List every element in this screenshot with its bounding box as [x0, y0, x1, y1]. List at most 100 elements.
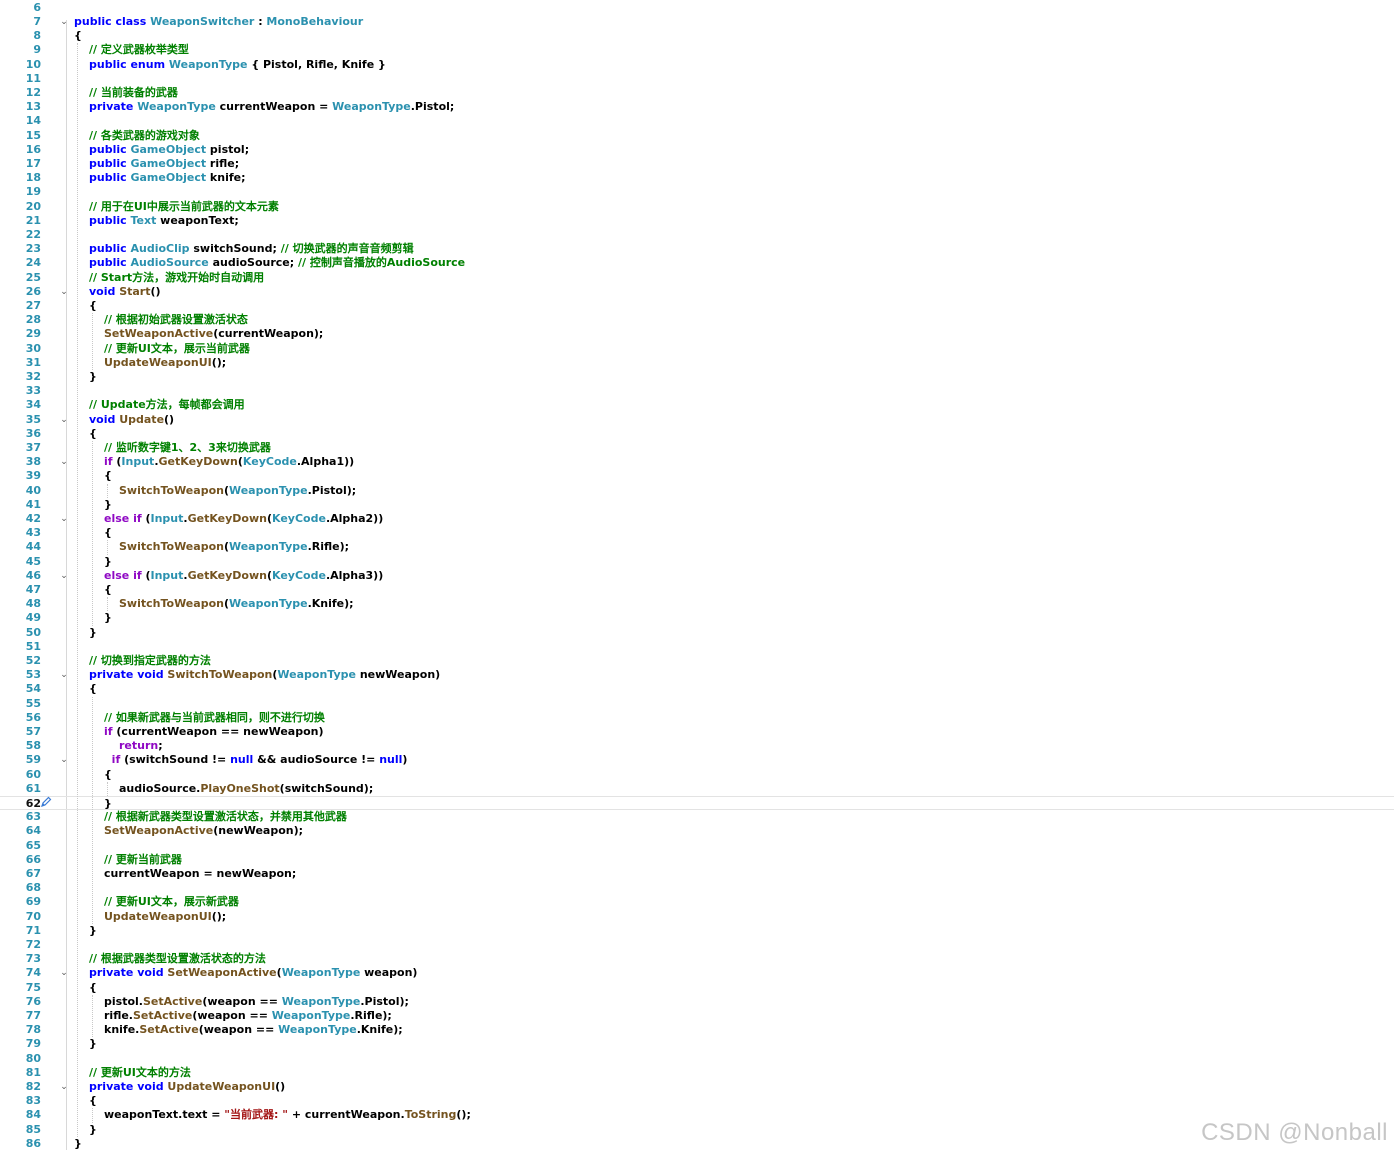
code-line[interactable]: 15 // 各类武器的游戏对象: [0, 129, 1394, 143]
code-line[interactable]: 44 SwitchToWeapon(WeaponType.Rifle);: [0, 540, 1394, 554]
code-line[interactable]: 17 public GameObject rifle;: [0, 157, 1394, 171]
code-line[interactable]: 76 pistol.SetActive(weapon == WeaponType.…: [0, 995, 1394, 1009]
code-line[interactable]: 74 ⌄ private void SetWeaponActive(WeaponTy…: [0, 966, 1394, 980]
code-line[interactable]: 68: [0, 881, 1394, 895]
code-line[interactable]: 58 return;: [0, 739, 1394, 753]
code-line[interactable]: 50}: [0, 626, 1394, 640]
code-token-method: UpdateWeaponUI: [167, 1080, 276, 1093]
code-token-plain: {: [89, 682, 97, 696]
code-line[interactable]: 86}: [0, 1137, 1394, 1151]
code-token-plain: ;: [158, 739, 163, 753]
code-line[interactable]: 45}: [0, 555, 1394, 569]
code-line[interactable]: 66 // 更新当前武器: [0, 853, 1394, 867]
code-line[interactable]: 32}: [0, 370, 1394, 384]
code-line[interactable]: 27 {: [0, 299, 1394, 313]
code-line[interactable]: 82 ⌄ private void UpdateWeaponUI(): [0, 1080, 1394, 1094]
code-line[interactable]: 54 {: [0, 682, 1394, 696]
code-line[interactable]: 28 // 根据初始武器设置激活状态: [0, 313, 1394, 327]
code-line[interactable]: 42 ⌄ else if (Input.GetKeyDown(KeyCode.Alp…: [0, 512, 1394, 526]
code-line[interactable]: 77 rifle.SetActive(weapon == WeaponType.R…: [0, 1009, 1394, 1023]
code-line[interactable]: 48 SwitchToWeapon(WeaponType.Knife);: [0, 597, 1394, 611]
code-line[interactable]: 9 // 定义武器枚举类型: [0, 43, 1394, 57]
code-line[interactable]: 21 public Text weaponText;: [0, 214, 1394, 228]
code-line[interactable]: 51: [0, 640, 1394, 654]
code-line[interactable]: 22: [0, 228, 1394, 242]
code-line[interactable]: 7 ⌄ public class WeaponSwitcher : MonoBeha…: [0, 15, 1394, 29]
code-text: {: [104, 768, 112, 782]
code-line[interactable]: 60 {: [0, 768, 1394, 782]
code-line[interactable]: 62}: [0, 796, 1394, 811]
code-text: {: [89, 981, 97, 995]
code-line[interactable]: 83 {: [0, 1094, 1394, 1108]
code-editor[interactable]: 6 7 ⌄ public class WeaponSwitcher : MonoBeh…: [0, 0, 1394, 1155]
code-line[interactable]: 6: [0, 1, 1394, 15]
code-line[interactable]: 34 // Update方法，每帧都会调用: [0, 398, 1394, 412]
fold-chevron-icon[interactable]: ⌄: [59, 753, 69, 767]
code-line[interactable]: 10 public enum WeaponType { Pistol, Rifle…: [0, 58, 1394, 72]
code-line[interactable]: 84 weaponText.text = "当前武器: " + currentWe…: [0, 1108, 1394, 1122]
code-line[interactable]: 75 {: [0, 981, 1394, 995]
code-line[interactable]: 56 // 如果新武器与当前武器相同，则不进行切换: [0, 711, 1394, 725]
code-line[interactable]: 53 ⌄ private void SwitchToWeapon(WeaponTyp…: [0, 668, 1394, 682]
fold-chevron-icon[interactable]: ⌄: [59, 966, 69, 980]
fold-chevron-icon[interactable]: ⌄: [59, 285, 69, 299]
fold-chevron-icon[interactable]: ⌄: [59, 512, 69, 526]
code-line[interactable]: 71}: [0, 924, 1394, 938]
code-line[interactable]: 30 // 更新UI文本，展示当前武器: [0, 342, 1394, 356]
code-line[interactable]: 47 {: [0, 583, 1394, 597]
code-line[interactable]: 36 {: [0, 427, 1394, 441]
fold-chevron-icon[interactable]: ⌄: [59, 455, 69, 469]
code-line[interactable]: 24 public AudioSource audioSource; // 控制声…: [0, 256, 1394, 270]
code-line[interactable]: 11: [0, 72, 1394, 86]
code-line[interactable]: 52 // 切换到指定武器的方法: [0, 654, 1394, 668]
code-line[interactable]: 55: [0, 697, 1394, 711]
code-line[interactable]: 16 public GameObject pistol;: [0, 143, 1394, 157]
code-line[interactable]: 14: [0, 114, 1394, 128]
code-line[interactable]: 40 SwitchToWeapon(WeaponType.Pistol);: [0, 484, 1394, 498]
code-line[interactable]: 41}: [0, 498, 1394, 512]
code-line[interactable]: 43 {: [0, 526, 1394, 540]
code-line[interactable]: 37 // 监听数字键1、2、3来切换武器: [0, 441, 1394, 455]
fold-chevron-icon[interactable]: ⌄: [59, 15, 69, 29]
pencil-icon[interactable]: [40, 796, 52, 808]
code-line[interactable]: 80: [0, 1052, 1394, 1066]
code-line[interactable]: 23 public AudioClip switchSound; // 切换武器的…: [0, 242, 1394, 256]
code-line[interactable]: 63 // 根据新武器类型设置激活状态，并禁用其他武器: [0, 810, 1394, 824]
code-line[interactable]: 39 {: [0, 469, 1394, 483]
code-line[interactable]: 18 public GameObject knife;: [0, 171, 1394, 185]
fold-chevron-icon[interactable]: ⌄: [59, 569, 69, 583]
code-line[interactable]: 49}: [0, 611, 1394, 625]
code-line[interactable]: 19: [0, 185, 1394, 199]
code-line[interactable]: 13 private WeaponType currentWeapon = Wea…: [0, 100, 1394, 114]
code-line[interactable]: 57 if (currentWeapon == newWeapon): [0, 725, 1394, 739]
code-line[interactable]: 12 // 当前装备的武器: [0, 86, 1394, 100]
code-line[interactable]: 65: [0, 839, 1394, 853]
code-line[interactable]: 81 // 更新UI文本的方法: [0, 1066, 1394, 1080]
fold-chevron-icon[interactable]: ⌄: [59, 1080, 69, 1094]
code-line[interactable]: 26 ⌄ void Start(): [0, 285, 1394, 299]
code-line[interactable]: 72: [0, 938, 1394, 952]
code-line[interactable]: 38 ⌄ if (Input.GetKeyDown(KeyCode.Alpha1)): [0, 455, 1394, 469]
code-line[interactable]: 69 // 更新UI文本，展示新武器: [0, 895, 1394, 909]
fold-chevron-icon[interactable]: ⌄: [59, 413, 69, 427]
code-line[interactable]: 61 audioSource.PlayOneShot(switchSound);: [0, 782, 1394, 796]
code-line[interactable]: 25 // Start方法，游戏开始时自动调用: [0, 271, 1394, 285]
code-line[interactable]: 59 ⌄ if (switchSound != null && audioSour…: [0, 753, 1394, 767]
code-token-plain: (weapon ==: [202, 994, 282, 1008]
code-line[interactable]: 29 SetWeaponActive(currentWeapon);: [0, 327, 1394, 341]
code-line[interactable]: 67 currentWeapon = newWeapon;: [0, 867, 1394, 881]
code-line[interactable]: 35 ⌄ void Update(): [0, 413, 1394, 427]
code-line[interactable]: 8{: [0, 29, 1394, 43]
code-line[interactable]: 20 // 用于在UI中展示当前武器的文本元素: [0, 200, 1394, 214]
fold-chevron-icon[interactable]: ⌄: [59, 668, 69, 682]
code-line[interactable]: 79}: [0, 1037, 1394, 1051]
code-text: // Update方法，每帧都会调用: [89, 398, 245, 412]
code-line[interactable]: 70 UpdateWeaponUI();: [0, 910, 1394, 924]
code-line[interactable]: 64 SetWeaponActive(newWeapon);: [0, 824, 1394, 838]
code-line[interactable]: 73 // 根据武器类型设置激活状态的方法: [0, 952, 1394, 966]
code-line[interactable]: 85}: [0, 1123, 1394, 1137]
code-line[interactable]: 78 knife.SetActive(weapon == WeaponType.K…: [0, 1023, 1394, 1037]
code-line[interactable]: 31 UpdateWeaponUI();: [0, 356, 1394, 370]
code-line[interactable]: 46 ⌄ else if (Input.GetKeyDown(KeyCode.Alp…: [0, 569, 1394, 583]
code-line[interactable]: 33: [0, 384, 1394, 398]
